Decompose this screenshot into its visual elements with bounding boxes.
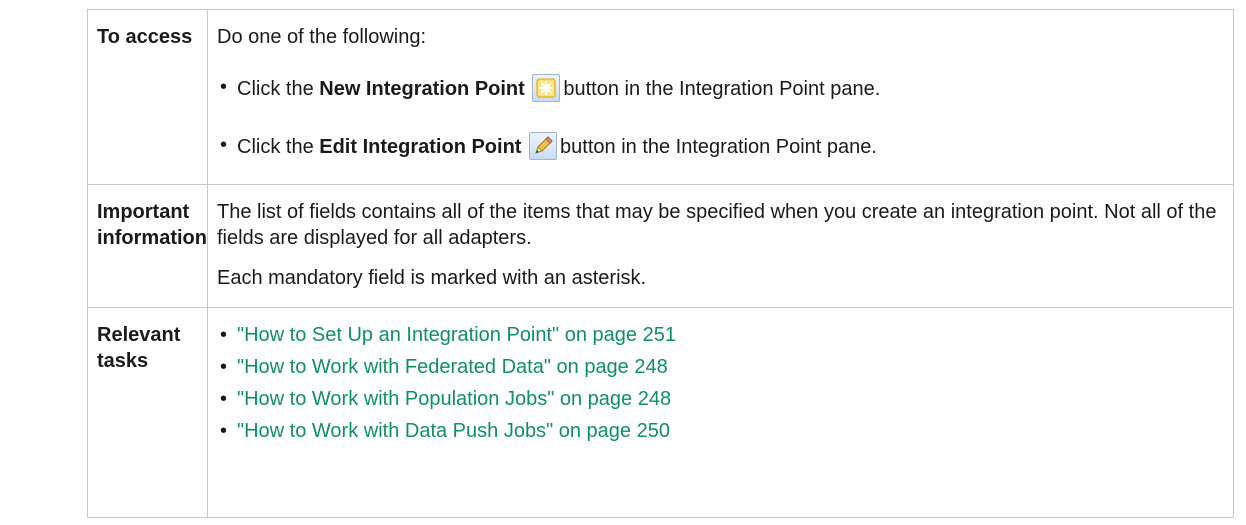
tasks-list: • "How to Set Up an Integration Point" on… <box>217 319 1223 447</box>
access-item-after: button in the Integration Point pane. <box>563 78 881 100</box>
pencil-edit-icon <box>529 132 558 160</box>
list-item: • "How to Work with Federated Data" on pa… <box>217 351 1223 383</box>
info-paragraph: Each mandatory field is marked with an a… <box>217 267 647 289</box>
label-to-access-text: To access <box>97 26 193 48</box>
access-list: •Click the New Integration Point button <box>217 74 1223 160</box>
bullet-icon: • <box>220 356 228 378</box>
bullet-icon: • <box>220 134 228 156</box>
task-link[interactable]: "How to Set Up an Integration Point" on … <box>237 324 676 346</box>
access-item-bold: New Integration Point <box>319 78 525 100</box>
label-line: information <box>97 227 207 249</box>
list-item: •Click the New Integration Point button <box>217 74 1223 102</box>
content-relevant-tasks: • "How to Set Up an Integration Point" on… <box>207 307 1234 518</box>
task-link[interactable]: "How to Work with Population Jobs" on pa… <box>237 388 671 410</box>
row-to-access: To access Do one of the following: • Clic… <box>87 9 1234 185</box>
list-item: • "How to Set Up an Integration Point" on… <box>217 319 1223 351</box>
row-relevant-tasks: Relevant tasks • "How to Set Up an Integr… <box>87 307 1234 518</box>
access-intro: Do one of the following: <box>217 26 427 48</box>
label-relevant-tasks: Relevant tasks <box>87 307 208 518</box>
info-table: To access Do one of the following: • Clic… <box>87 9 1234 518</box>
bullet-icon: • <box>220 76 228 98</box>
label-line: Relevant <box>97 324 181 346</box>
bullet-icon: • <box>220 388 228 410</box>
label-line: tasks <box>97 350 149 372</box>
task-link[interactable]: "How to Work with Federated Data" on pag… <box>237 356 668 378</box>
row-important-information: Important information The list of fields… <box>87 184 1234 308</box>
bullet-icon: • <box>220 324 228 346</box>
bullet-icon: • <box>220 420 228 442</box>
access-item-bold: Edit Integration Point <box>319 136 522 158</box>
access-item-after: button in the Integration Point pane. <box>560 136 877 158</box>
list-item: • "How to Work with Data Push Jobs" on pa… <box>217 415 1223 447</box>
access-item-before: Click the <box>237 136 320 158</box>
task-link[interactable]: "How to Work with Data Push Jobs" on pag… <box>237 420 670 442</box>
access-item-before: Click the <box>237 78 320 100</box>
content-important-information: The list of fields contains all of the i… <box>207 184 1234 308</box>
new-star-icon <box>532 74 561 102</box>
info-paragraph: The list of fields contains all of the i… <box>217 201 1217 249</box>
content-to-access: Do one of the following: • Click the New … <box>207 9 1234 185</box>
label-to-access: To access <box>87 9 208 185</box>
label-line: Important <box>97 201 190 223</box>
list-item: • Click the Edit Integration Point button… <box>217 132 1223 160</box>
label-important-information: Important information <box>87 184 208 308</box>
list-item: • "How to Work with Population Jobs" on p… <box>217 383 1223 415</box>
